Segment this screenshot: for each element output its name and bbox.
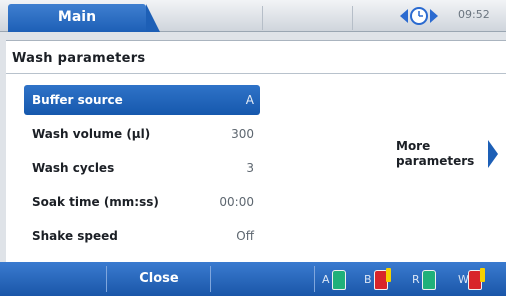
param-row-wash-volume[interactable]: Wash volume (µl) 300	[24, 119, 260, 149]
bottom-divider	[106, 266, 107, 292]
param-label: Buffer source	[32, 93, 123, 107]
param-value: 3	[246, 161, 254, 175]
param-label: Shake speed	[32, 229, 118, 243]
bottle-letter: A	[322, 273, 330, 286]
param-value: Off	[236, 229, 254, 243]
bottle-a-status: A	[322, 270, 350, 290]
param-row-buffer-source[interactable]: Buffer source A	[24, 85, 260, 115]
chevron-right-icon[interactable]	[488, 140, 498, 168]
bottom-divider	[314, 266, 315, 292]
bottom-divider	[210, 266, 211, 292]
tab-divider	[262, 6, 263, 30]
bottle-b-status: B	[364, 268, 394, 290]
param-row-wash-cycles[interactable]: Wash cycles 3	[24, 153, 260, 183]
param-label: Wash volume (µl)	[32, 127, 151, 141]
bottom-bar: Close A B R W	[0, 262, 506, 296]
wash-parameters-panel: Wash parameters Buffer source A Wash vol…	[6, 40, 506, 262]
tab-main[interactable]: Main	[8, 4, 160, 32]
bottle-icon	[332, 270, 346, 290]
divider	[6, 73, 506, 74]
bottle-letter: R	[412, 273, 420, 286]
param-label: Soak time (mm:ss)	[32, 195, 159, 209]
param-value: A	[245, 93, 254, 107]
clock-time: 09:52	[458, 8, 490, 21]
param-row-shake-speed[interactable]: Shake speed Off	[24, 221, 260, 251]
param-value: 300	[231, 127, 254, 141]
param-value: 00:00	[219, 195, 254, 209]
bottle-w-status: W	[458, 268, 490, 290]
warning-icon	[480, 268, 485, 282]
bottle-icon	[422, 270, 436, 290]
param-label: Wash cycles	[32, 161, 115, 175]
sync-clock-icon	[400, 7, 438, 25]
tab-divider	[352, 6, 353, 30]
param-row-soak-time[interactable]: Soak time (mm:ss) 00:00	[24, 187, 260, 217]
page-title: Wash parameters	[12, 51, 146, 66]
close-button[interactable]: Close	[108, 262, 210, 296]
top-bar: Main 09:52	[0, 0, 506, 32]
bottle-r-status: R	[412, 270, 440, 290]
warning-icon	[386, 268, 391, 282]
bottle-letter: B	[364, 273, 372, 286]
